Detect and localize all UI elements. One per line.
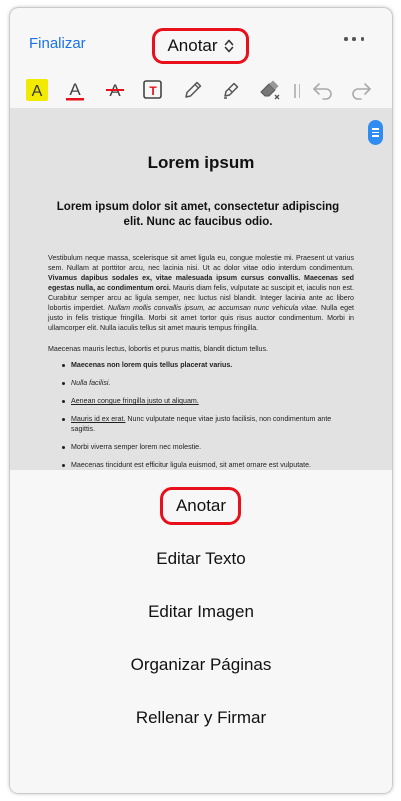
bullet-dot [62, 400, 65, 403]
redo-icon[interactable] [348, 77, 374, 103]
mode-selector[interactable]: Anotar [152, 28, 249, 64]
undo-icon[interactable] [310, 77, 336, 103]
document-paragraph-2: Maecenas mauris lectus, lobortis et puru… [48, 345, 268, 353]
svg-text:A: A [32, 83, 43, 100]
bullet-dot [62, 464, 65, 467]
top-bar: Finalizar Anotar [10, 8, 392, 70]
text-color-icon[interactable]: A [62, 77, 88, 103]
scroll-handle[interactable] [368, 120, 383, 145]
document-subtitle: Lorem ipsum dolor sit amet, consectetur … [56, 201, 340, 228]
strikethrough-icon[interactable]: A [102, 77, 128, 103]
list-item: Maecenas tincidunt est efficitur ligula … [71, 461, 311, 469]
mode-title: Anotar [167, 36, 218, 55]
menu-item-editar-imagen[interactable]: Editar Imagen [10, 602, 392, 622]
bullet-dot [62, 364, 65, 367]
more-options-icon[interactable] [344, 36, 364, 42]
svg-text:T: T [149, 84, 157, 98]
list-item: Aenean congue fringilla justo ut aliquam… [71, 397, 199, 405]
bullet-dot [62, 382, 65, 385]
eraser-icon[interactable] [257, 77, 283, 103]
bullet-dot [62, 446, 65, 449]
list-item: Morbi viverra semper lorem nec molestie. [71, 443, 202, 451]
bullet-dot [62, 418, 65, 421]
marker-icon[interactable] [218, 77, 244, 103]
document-paragraph: Vestibulum neque massa, scelerisque sit … [48, 253, 354, 333]
done-button[interactable]: Finalizar [29, 35, 86, 52]
document-page[interactable]: Lorem ipsum Lorem ipsum dolor sit amet, … [10, 108, 392, 470]
paragraph-text: Vestibulum neque massa, scelerisque sit … [48, 254, 354, 272]
list-item: Mauris id ex erat. Nunc vulputate neque … [71, 414, 356, 434]
menu-item-rellenar-firmar[interactable]: Rellenar y Firmar [10, 708, 392, 728]
annotation-toolbar: A A A T [10, 72, 392, 108]
document-title: Lorem ipsum [147, 153, 255, 172]
menu-item-anotar[interactable]: Anotar [10, 496, 392, 516]
menu-item-editar-texto[interactable]: Editar Texto [10, 549, 392, 569]
chevron-updown-icon [224, 38, 234, 54]
paragraph-italic-text: Nullam mollis convallis ipsum, ac accums… [107, 304, 319, 312]
app-screen: Finalizar Anotar A A T Lorem ipsum Lorem… [10, 8, 392, 793]
list-item-link: Mauris id ex erat. [71, 415, 126, 423]
text-box-icon[interactable]: T [140, 77, 166, 103]
toolbar-divider [294, 84, 300, 98]
menu-item-organizar-paginas[interactable]: Organizar Páginas [10, 655, 392, 675]
list-item: Nulla facilisi. [71, 379, 111, 387]
highlight-icon[interactable]: A [24, 77, 50, 103]
mode-menu: Anotar Editar Texto Editar Imagen Organi… [10, 470, 392, 793]
pencil-icon[interactable] [180, 77, 206, 103]
svg-text:A: A [69, 80, 81, 99]
list-item: Maecenas non lorem quis tellus placerat … [71, 361, 233, 369]
